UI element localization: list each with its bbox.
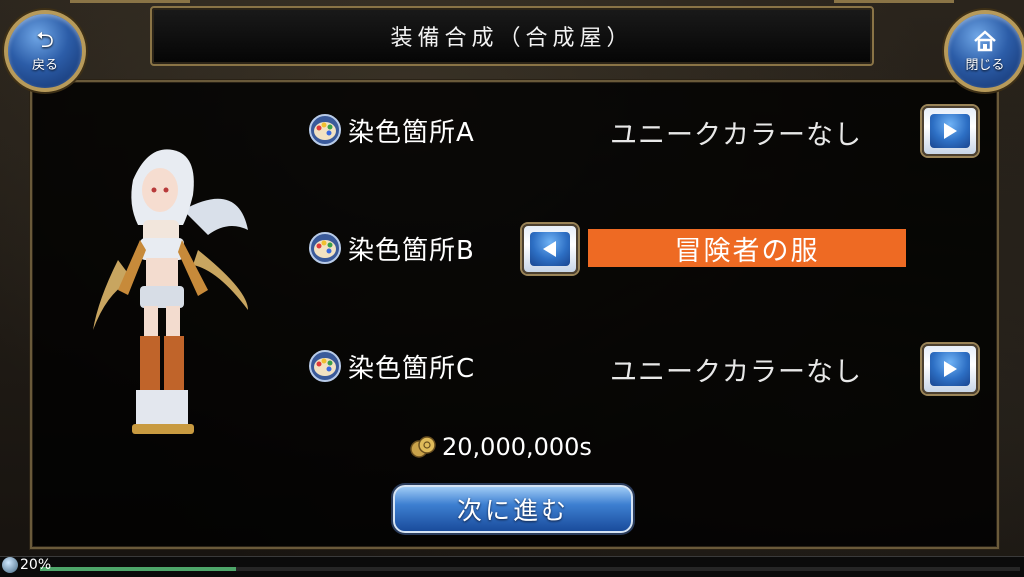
character-avatar <box>93 149 248 434</box>
progress-fill <box>40 567 236 571</box>
dye-slot-a-label: 染色箇所A <box>348 117 475 148</box>
close-button[interactable]: 閉じる <box>944 10 1024 92</box>
dye-slot-b-prev-button[interactable] <box>522 224 578 274</box>
close-button-label: 閉じる <box>965 57 1005 73</box>
dye-slot-a-value: ユニークカラーなし <box>610 120 862 151</box>
arrow-left-icon <box>543 241 556 257</box>
arrow-right-icon <box>944 361 957 377</box>
back-arrow-icon: ⮌ <box>36 27 54 53</box>
dye-slot-a-next-button[interactable] <box>922 106 978 156</box>
dye-slot-c-next-button[interactable] <box>922 344 978 394</box>
dye-slot-c-value: ユニークカラーなし <box>610 357 862 388</box>
price-amount: 20,000,000s <box>442 433 592 461</box>
status-orb-icon <box>2 557 18 573</box>
next-button[interactable]: 次に進む <box>393 485 633 533</box>
home-icon <box>973 29 997 52</box>
dye-slot-b-value: 冒険者の服 <box>674 235 820 267</box>
dye-slot-b-label-group: 染色箇所B <box>308 230 475 266</box>
next-button-label: 次に進む <box>456 496 569 525</box>
dye-slot-b-label: 染色箇所B <box>348 235 475 266</box>
back-button-label: 戻る <box>31 57 58 73</box>
palette-icon <box>309 114 341 146</box>
palette-icon <box>309 232 341 264</box>
dye-slot-c-label: 染色箇所C <box>348 353 476 384</box>
page-title: 装備合成（合成屋） <box>390 26 634 51</box>
status-indicator: 20% <box>2 557 51 573</box>
dye-slot-a-label-group: 染色箇所A <box>308 112 475 148</box>
dye-slot-b-selected-value[interactable]: 冒険者の服 <box>588 229 906 267</box>
title-bar: 装備合成（合成屋） <box>150 6 874 66</box>
price-display: 20,000,000s <box>408 432 592 462</box>
status-percent: 20% <box>20 557 52 573</box>
palette-icon <box>309 350 341 382</box>
coin-icon <box>410 436 436 458</box>
back-button[interactable]: ⮌ 戻る <box>4 10 86 92</box>
dye-slot-c-label-group: 染色箇所C <box>308 348 475 384</box>
arrow-right-icon <box>944 123 957 139</box>
